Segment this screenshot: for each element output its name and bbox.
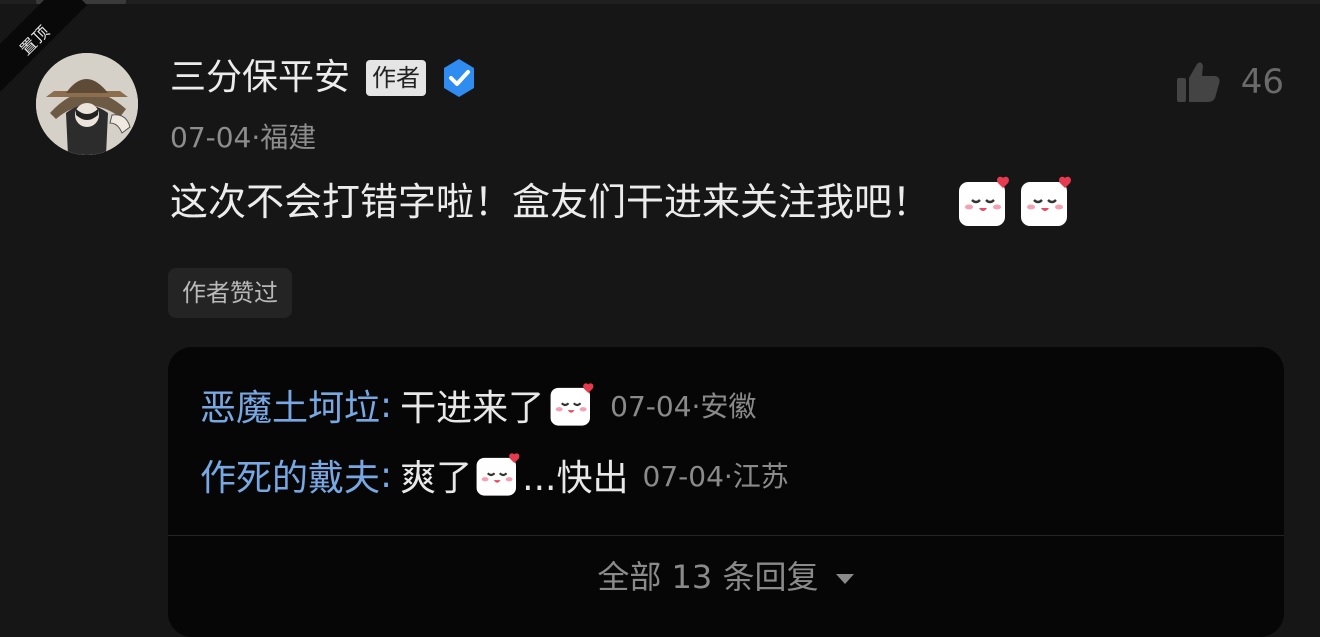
reply-text: 干进来了 [400, 388, 545, 429]
caret-down-icon [835, 574, 854, 584]
reply-text: 爽了 [400, 458, 473, 499]
like-count: 46 [1240, 62, 1284, 102]
reply-colon: : [380, 454, 393, 496]
reply-meta: 07-04·安徽 [610, 390, 757, 423]
liked-by-author-tag: 作者赞过 [168, 268, 292, 318]
view-all-replies-label: 全部 13 条回复 [597, 558, 819, 596]
reply-author-name[interactable]: 恶魔土坷垃 [200, 379, 380, 431]
reply-item[interactable]: 恶魔土坷垃: 干进来了 07-04·安徽 [200, 375, 756, 435]
reply-author-name[interactable]: 作死的戴夫 [200, 449, 380, 501]
comment-author-name[interactable]: 三分保平安 [170, 52, 350, 104]
reply-meta: 07-04·江苏 [642, 460, 789, 493]
top-divider [0, 0, 1320, 4]
reply-colon: : [380, 384, 393, 426]
view-all-replies-button[interactable]: 全部 13 条回复 [168, 551, 1284, 603]
reply-text-tail: ...快出 [522, 458, 629, 499]
blushing-marshmallow-emoji [1021, 176, 1071, 226]
verified-badge-icon [444, 59, 475, 97]
blushing-marshmallow-emoji [550, 383, 594, 426]
comment-body: 这次不会打错字啦！盒友们干进来关注我吧！ [170, 174, 1074, 230]
blushing-marshmallow-emoji [476, 453, 520, 496]
thumbs-up-icon [1176, 62, 1220, 102]
like-button[interactable]: 46 [1175, 60, 1284, 104]
author-tag: 作者 [366, 60, 427, 96]
blushing-marshmallow-emoji [959, 176, 1009, 226]
replies-divider [168, 535, 1284, 536]
comment-meta: 07-04·福建 [170, 121, 317, 154]
avatar[interactable] [36, 53, 138, 155]
replies-panel: 恶魔土坷垃: 干进来了 07-04·安徽 作死的戴夫: 爽了 ...快出 07-… [168, 347, 1284, 637]
comment-text: 这次不会打错字啦！盒友们干进来关注我吧！ [170, 180, 931, 224]
reply-item[interactable]: 作死的戴夫: 爽了 ...快出 07-04·江苏 [200, 445, 789, 505]
avatar-image [36, 53, 138, 155]
